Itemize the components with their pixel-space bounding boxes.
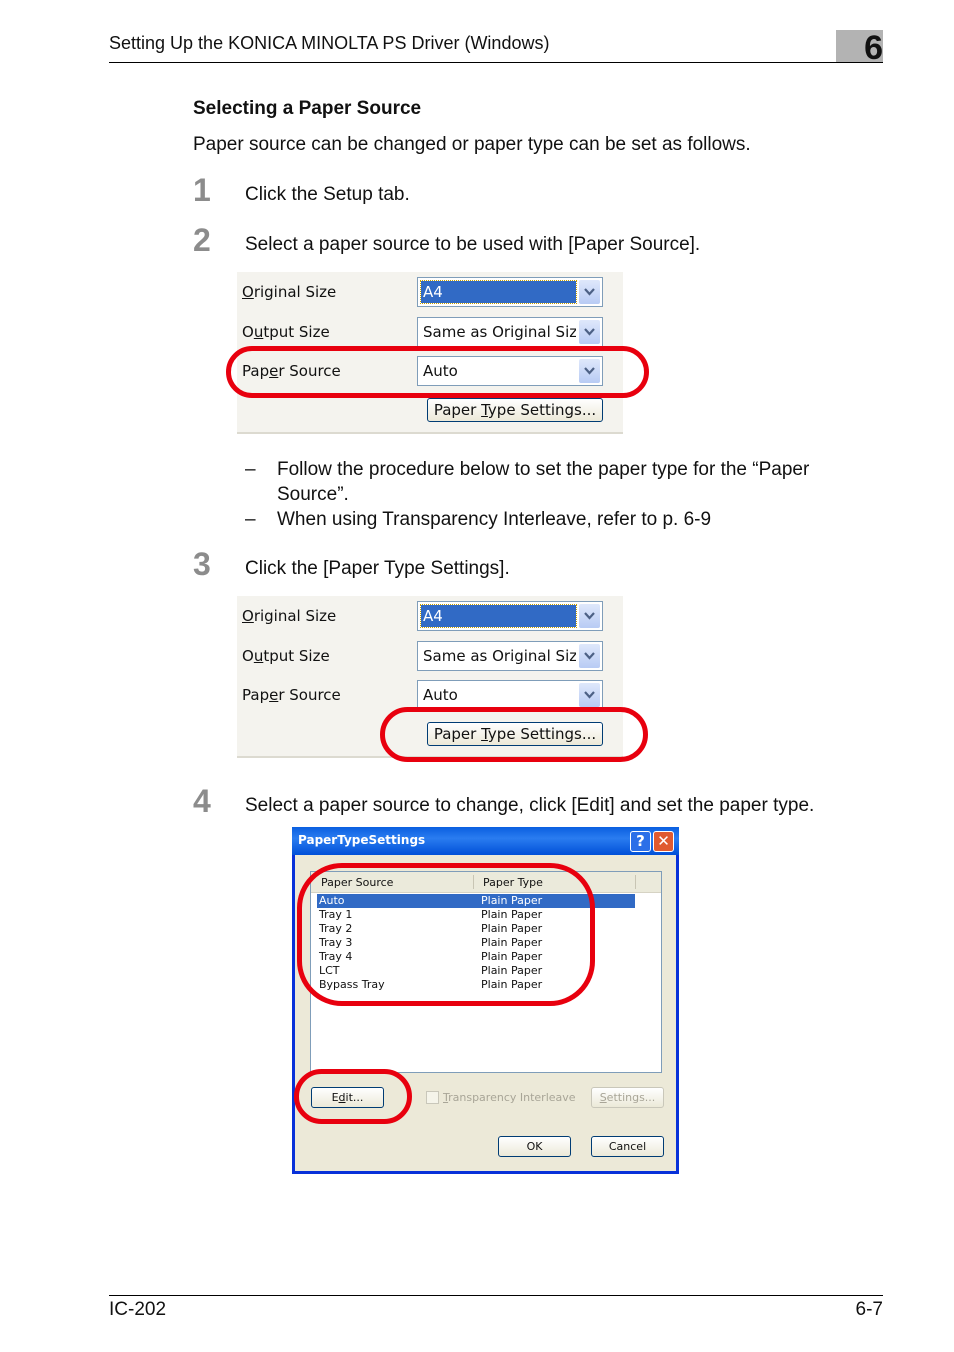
list-item[interactable]: Tray 2 Plain Paper: [317, 922, 635, 936]
original-size-dropdown[interactable]: A4: [417, 277, 603, 307]
output-size-dropdown[interactable]: Same as Original Size: [417, 641, 603, 671]
help-icon[interactable]: ?: [630, 831, 651, 852]
paper-source-value: Auto: [423, 362, 458, 380]
step-text-4: Select a paper source to change, click […: [245, 795, 815, 816]
setup-panel-screenshot-1: Original Size A4 Output Size Same as Ori…: [237, 272, 623, 434]
dialog-titlebar: PaperTypeSettings ? ✕: [292, 827, 679, 855]
dialog-title: PaperTypeSettings: [298, 833, 426, 847]
paper-type-settings-button[interactable]: Paper Type Settings...: [427, 398, 603, 422]
edit-button[interactable]: Edit...: [311, 1087, 384, 1108]
row-type: Plain Paper: [481, 908, 543, 921]
list-item[interactable]: Auto Plain Paper: [317, 894, 635, 908]
chevron-down-icon[interactable]: [579, 320, 600, 344]
footer-model: IC-202: [109, 1299, 167, 1320]
paper-type-settings-dialog: PaperTypeSettings ? ✕ Paper Source Paper…: [292, 827, 679, 1174]
column-header-paper-type[interactable]: Paper Type: [483, 876, 543, 889]
row-source: LCT: [319, 964, 340, 977]
footer-divider: [109, 1295, 883, 1296]
step-number-3: 3: [193, 546, 211, 582]
original-size-label: Original Size: [242, 607, 337, 625]
original-size-value: A4: [420, 280, 577, 304]
chevron-down-icon[interactable]: [579, 644, 600, 668]
row-type: Plain Paper: [481, 950, 543, 963]
section-intro: Paper source can be changed or paper typ…: [193, 134, 751, 155]
row-source: Tray 3: [319, 936, 353, 949]
list-item[interactable]: Tray 4 Plain Paper: [317, 950, 635, 964]
output-size-value: Same as Original Size: [423, 323, 576, 341]
chevron-down-icon[interactable]: [579, 604, 600, 628]
step-number-4: 4: [193, 783, 211, 819]
list-item[interactable]: Tray 3 Plain Paper: [317, 936, 635, 950]
original-size-label: Original Size: [242, 283, 337, 301]
footer-page-number: 6-7: [855, 1299, 883, 1320]
ok-button[interactable]: OK: [498, 1136, 571, 1157]
bullet-text: When using Transparency Interleave, refe…: [277, 509, 712, 530]
paper-source-label: Paper Source: [242, 362, 341, 380]
close-icon[interactable]: ✕: [653, 831, 674, 852]
paper-source-list[interactable]: Paper Source Paper Type Auto Plain Paper …: [310, 871, 662, 1073]
bullet-item-1: – Follow the procedure below to set the …: [245, 457, 865, 507]
row-source: Tray 4: [319, 950, 353, 963]
paper-source-dropdown[interactable]: Auto: [417, 356, 603, 386]
setup-panel-screenshot-2: Original Size A4 Output Size Same as Ori…: [237, 596, 623, 758]
section-title: Selecting a Paper Source: [193, 98, 422, 119]
step-text-1: Click the Setup tab.: [245, 184, 410, 205]
bullet-text: Follow the procedure below to set the pa…: [277, 459, 810, 505]
transparency-interleave-checkbox[interactable]: [426, 1091, 439, 1104]
paper-source-value: Auto: [423, 686, 458, 704]
running-header-title: Setting Up the KONICA MINOLTA PS Driver …: [109, 33, 550, 53]
step-number-2: 2: [193, 222, 211, 258]
step-number-1: 1: [193, 172, 211, 208]
row-type: Plain Paper: [481, 936, 543, 949]
output-size-label: Output Size: [242, 647, 330, 665]
bullet-dash: –: [245, 459, 256, 480]
row-source: Tray 1: [319, 908, 353, 921]
chevron-down-icon[interactable]: [579, 683, 600, 707]
list-header: Paper Source Paper Type: [311, 872, 661, 893]
row-source: Tray 2: [319, 922, 353, 935]
chevron-down-icon[interactable]: [579, 280, 600, 304]
row-type: Plain Paper: [481, 894, 543, 907]
transparency-interleave-label: Transparency Interleave: [443, 1091, 576, 1104]
original-size-dropdown[interactable]: A4: [417, 601, 603, 631]
row-type: Plain Paper: [481, 964, 543, 977]
settings-button[interactable]: Settings...: [591, 1087, 664, 1108]
chevron-down-icon[interactable]: [579, 359, 600, 383]
row-source: Auto: [319, 894, 345, 907]
list-item[interactable]: LCT Plain Paper: [317, 964, 635, 978]
row-type: Plain Paper: [481, 922, 543, 935]
cancel-button[interactable]: Cancel: [591, 1136, 664, 1157]
column-header-paper-source[interactable]: Paper Source: [321, 876, 393, 889]
output-size-value: Same as Original Size: [423, 647, 576, 665]
step-text-2: Select a paper source to be used with [P…: [245, 234, 701, 255]
row-type: Plain Paper: [481, 978, 543, 991]
paper-source-label: Paper Source: [242, 686, 341, 704]
step-text-3: Click the [Paper Type Settings].: [245, 558, 510, 579]
paper-source-dropdown[interactable]: Auto: [417, 680, 603, 710]
header-divider: [109, 62, 883, 63]
paper-type-settings-button[interactable]: Paper Type Settings...: [427, 722, 603, 746]
row-source: Bypass Tray: [319, 978, 385, 991]
original-size-value: A4: [420, 604, 577, 628]
bullet-dash: –: [245, 509, 256, 530]
list-item[interactable]: Tray 1 Plain Paper: [317, 908, 635, 922]
list-item[interactable]: Bypass Tray Plain Paper: [317, 978, 635, 992]
output-size-dropdown[interactable]: Same as Original Size: [417, 317, 603, 347]
bullet-item-2: – When using Transparency Interleave, re…: [245, 507, 865, 532]
output-size-label: Output Size: [242, 323, 330, 341]
